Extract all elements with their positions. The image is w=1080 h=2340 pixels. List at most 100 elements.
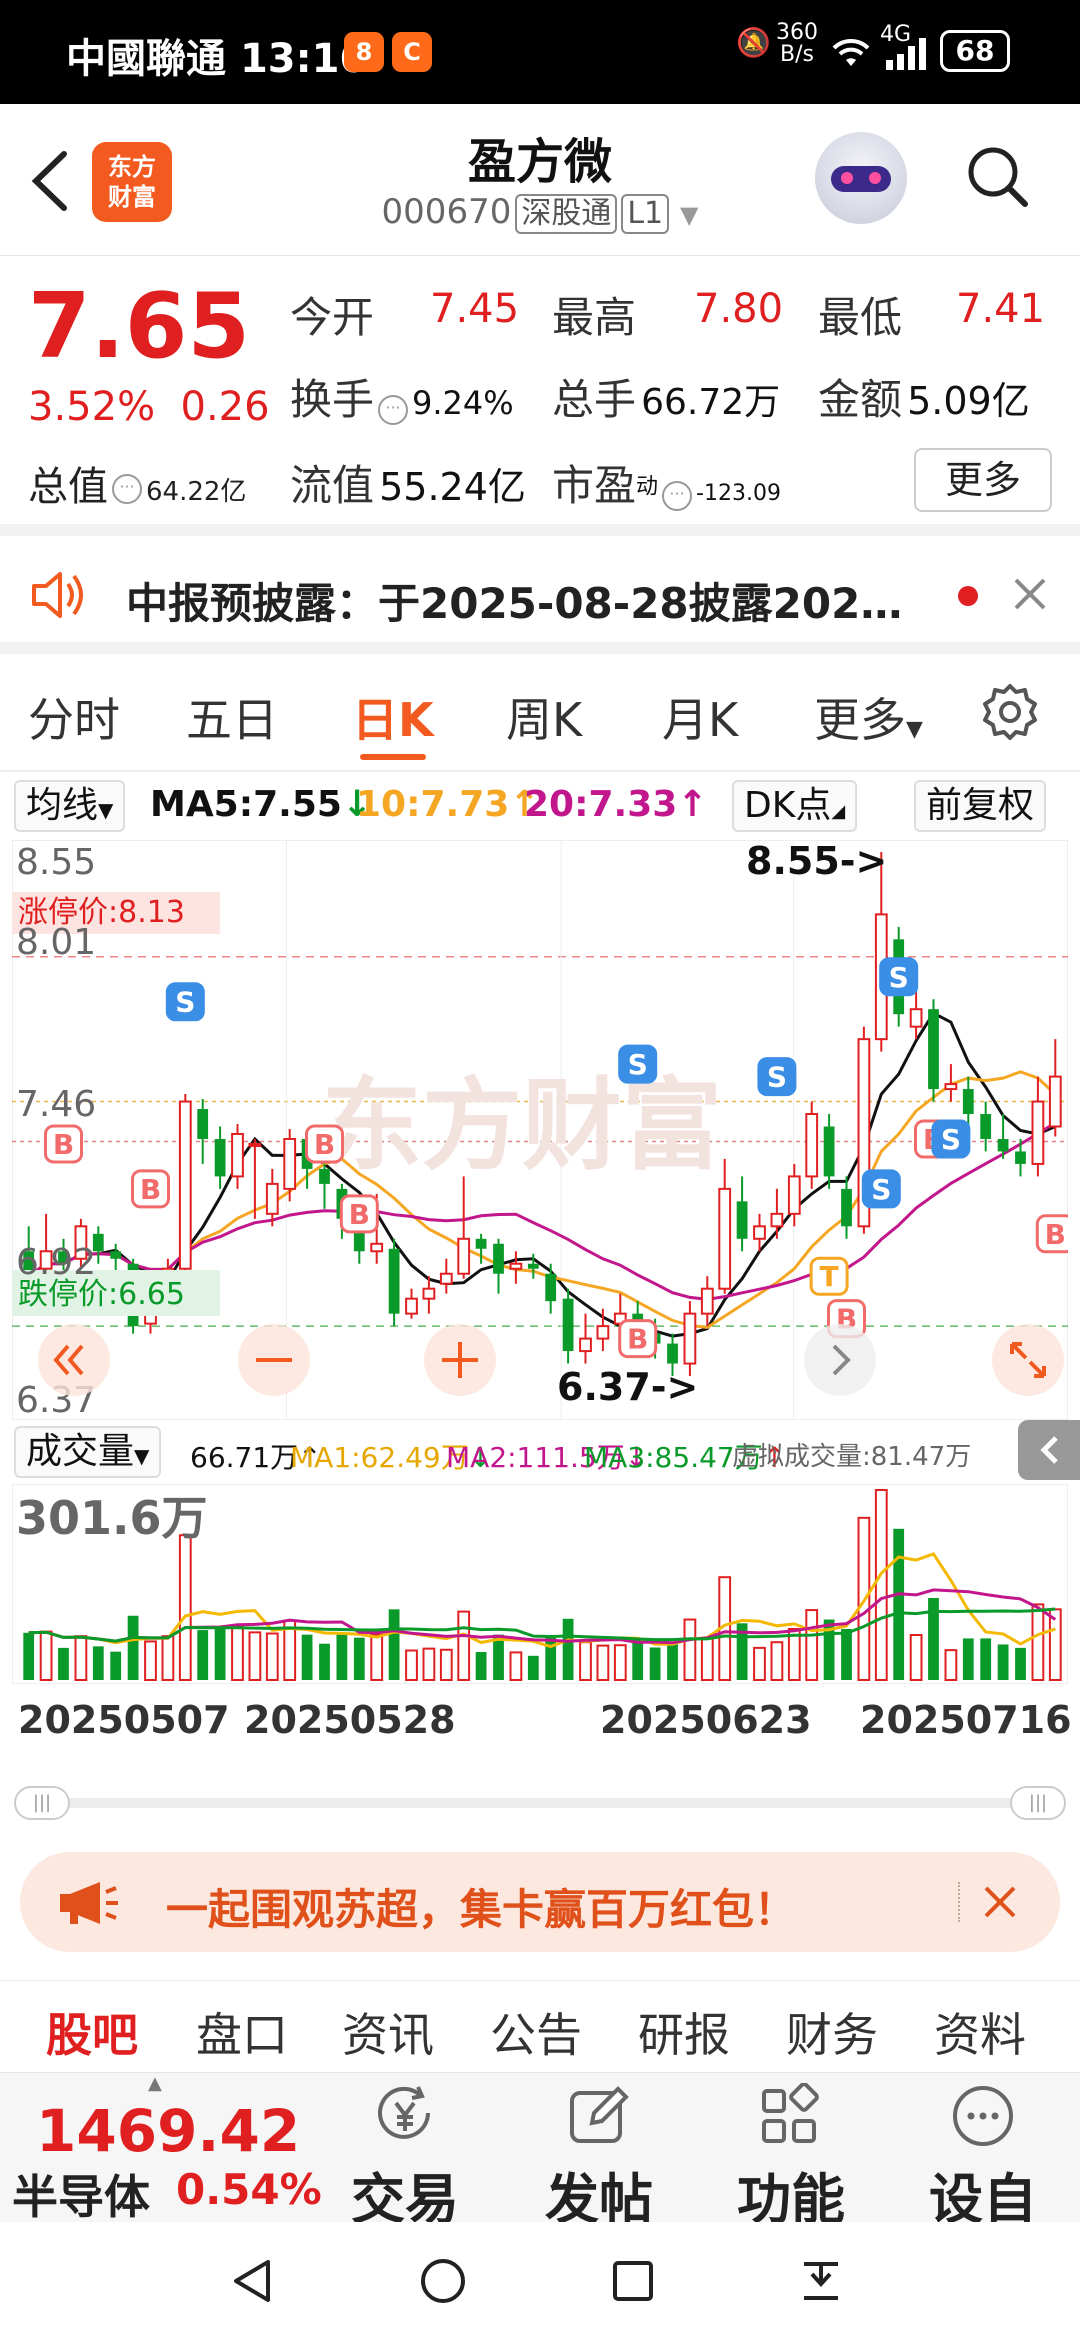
trade-marker-S: S xyxy=(165,982,205,1022)
low-field: 最低 xyxy=(818,293,903,342)
nav-notification-drawer-icon[interactable] xyxy=(796,2256,846,2310)
change-row: 3.52% 0.26 xyxy=(28,384,270,430)
tab-daily-k[interactable]: 日K xyxy=(352,684,434,760)
tab-weekly-k[interactable]: 周K xyxy=(506,684,582,750)
volume-field: 总手 66.72万 xyxy=(552,375,781,424)
volume-max-label: 301.6万 xyxy=(16,1491,208,1545)
tab-announcements[interactable]: 公告 xyxy=(490,1999,582,2065)
ma-selector[interactable]: 均线▼ xyxy=(14,780,126,832)
close-icon[interactable] xyxy=(1010,574,1050,618)
app-root: 中國聯通 13:16 8 C 🔕 360 B/s 4G 68 东方 财富 盈方微 0… xyxy=(0,0,1080,2340)
volume-selector[interactable]: 成交量▼ xyxy=(14,1426,162,1478)
volume-bar-down xyxy=(319,1643,330,1680)
assistant-robot-avatar[interactable] xyxy=(815,132,907,224)
status-bar: 中國聯通 13:16 8 C 🔕 360 B/s 4G 68 xyxy=(0,0,1080,104)
volume-bar-down xyxy=(388,1609,400,1680)
level-tag: L1 xyxy=(621,194,670,234)
tab-five-day[interactable]: 五日 xyxy=(186,684,278,750)
volume-chart[interactable]: 301.6万 xyxy=(12,1484,1068,1684)
candle-up xyxy=(283,1137,297,1190)
volume-bar-up xyxy=(422,1647,436,1681)
candle-down xyxy=(388,1248,400,1314)
chart-range-scrollbar[interactable]: ||| ||| xyxy=(14,1786,1066,1820)
volume-bar-up xyxy=(370,1633,384,1681)
tab-finance[interactable]: 财务 xyxy=(786,1999,878,2065)
more-dots-icon xyxy=(953,2086,1013,2146)
tab-intraday[interactable]: 分时 xyxy=(28,684,120,750)
candle-up xyxy=(439,1272,453,1285)
float-field: 流值 55.24亿 xyxy=(290,461,526,510)
search-icon[interactable] xyxy=(965,144,1029,208)
promo-banner[interactable]: 一起围观苏超，集卡赢百万红包！ xyxy=(20,1852,1060,1952)
quote-panel: 7.65 3.52% 0.26 总值 ··· 64.22亿 今开 7.45 最高 7… xyxy=(0,256,1080,536)
volume-bar-down xyxy=(58,1647,69,1680)
candle-up xyxy=(909,1008,923,1028)
next-button xyxy=(804,1324,876,1396)
tab-guba[interactable]: 股吧 xyxy=(46,1999,138,2065)
candlestick-chart[interactable]: 东方财富 SBBBBBSSTBSSBSB 涨停价:8.13 跌停价:6.65 8… xyxy=(12,840,1068,1420)
candle-up xyxy=(700,1287,714,1315)
volume-bar-up xyxy=(161,1635,175,1681)
post-button[interactable]: 发帖 xyxy=(524,2083,674,2234)
volume-bar-down xyxy=(980,1638,992,1680)
volume-bar-up xyxy=(613,1644,627,1681)
edit-icon xyxy=(570,2086,629,2143)
volume-bar-up xyxy=(265,1632,279,1682)
gear-icon[interactable] xyxy=(980,682,1040,746)
volume-bar-down xyxy=(127,1615,139,1680)
chart-tabs: 分时 五日 日K 周K 月K 更多▼ xyxy=(0,654,1080,772)
candle-down xyxy=(110,1251,122,1259)
nav-back-icon[interactable] xyxy=(228,2256,278,2310)
date-label-3: 20250623 xyxy=(600,1698,812,1742)
notice-bar[interactable]: 中报预披露：于2025-08-28披露2025... xyxy=(0,536,1080,654)
tab-profile[interactable]: 资料 xyxy=(934,1999,1026,2065)
marker-letter: S xyxy=(628,1048,648,1081)
collapse-panel-button[interactable] xyxy=(1018,1420,1080,1480)
volume-bar-up xyxy=(770,1641,784,1682)
y-top-label: 8.55 xyxy=(16,842,96,883)
volume-bar-up xyxy=(579,1641,592,1682)
trade-marker-S: S xyxy=(861,1169,901,1209)
marker-letter: S xyxy=(941,1123,961,1156)
open-value: 7.45 xyxy=(430,286,520,332)
app-notification-icon: 8 xyxy=(344,32,384,72)
functions-button[interactable]: 功能 xyxy=(716,2083,866,2234)
tab-news[interactable]: 资讯 xyxy=(342,1999,434,2065)
dk-point-toggle[interactable]: DK点◢ xyxy=(732,780,858,832)
marker-letter: B xyxy=(349,1198,370,1231)
amount-field: 金额 5.09亿 xyxy=(818,375,1030,424)
stock-title: 盈方微 xyxy=(467,134,612,190)
candle-up xyxy=(370,1242,384,1253)
candle-up xyxy=(944,1083,958,1091)
volume-bar-up xyxy=(74,1635,88,1681)
tab-more[interactable]: 更多▼ xyxy=(814,684,923,750)
scroll-handle-left[interactable]: ||| xyxy=(14,1786,70,1820)
trade-button[interactable]: 交易 xyxy=(330,2083,480,2234)
marker-letter: B xyxy=(140,1173,161,1206)
ma20-value: 20:7.33↑ xyxy=(524,784,708,825)
scroll-handle-right[interactable]: ||| xyxy=(1010,1786,1066,1820)
close-icon[interactable] xyxy=(980,1882,1020,1926)
nav-home-icon[interactable] xyxy=(418,2256,468,2310)
adjust-selector[interactable]: 前复权 xyxy=(914,780,1047,832)
candle-down xyxy=(962,1089,974,1115)
marker-letter: B xyxy=(1045,1218,1066,1251)
scroll-track xyxy=(14,1798,1066,1808)
more-quote-button[interactable]: 更多 xyxy=(914,448,1052,512)
nav-recents-icon[interactable] xyxy=(608,2256,658,2310)
volume-bar-up xyxy=(596,1644,610,1682)
tab-pankou[interactable]: 盘口 xyxy=(196,1999,288,2065)
tab-monthly-k[interactable]: 月K xyxy=(662,684,738,750)
y-grid-label-3: 6.92 xyxy=(16,1242,96,1283)
trade-marker-S: S xyxy=(931,1119,971,1159)
stock-code-row[interactable]: 000670 深股通 L1 ▼ xyxy=(0,192,1080,234)
candle-up xyxy=(596,1325,610,1340)
open-field: 今开 xyxy=(290,293,375,342)
volume-bar-down xyxy=(962,1638,974,1680)
volume-bar-down xyxy=(1015,1647,1026,1680)
sector-index-value[interactable]: 1469.42 xyxy=(36,2097,300,2165)
stock-header: 东方 财富 盈方微 000670 深股通 L1 ▼ xyxy=(0,104,1080,256)
sector-name[interactable]: 半导体 xyxy=(12,2161,150,2227)
tab-research[interactable]: 研报 xyxy=(638,1999,730,2065)
expand-caret-icon[interactable]: ▲ xyxy=(148,2073,162,2094)
